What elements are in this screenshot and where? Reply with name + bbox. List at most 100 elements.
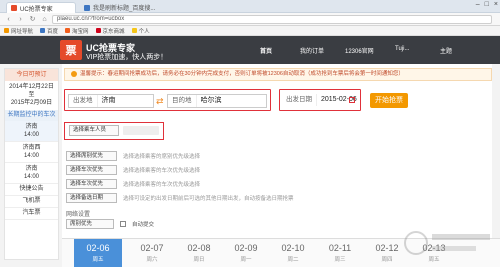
option-row: 选择备选日期 选择可设定的出发日期前后可选的其他日期出发，自动按备选日期抢票 xyxy=(66,192,294,203)
date-tab[interactable]: 02-10 周二 xyxy=(269,239,317,267)
network-settings-label: 网络设置 xyxy=(66,212,91,218)
notice-banner: 温馨提示：春运期间抢票成功后，请务必在30分钟内完成支付，否则订单将被12306… xyxy=(64,68,492,81)
train-item[interactable]: 济南 14:00 xyxy=(5,163,58,184)
date-tab[interactable]: 02-09 周一 xyxy=(222,239,270,267)
train-item[interactable]: 济南 14:00 xyxy=(5,121,58,142)
auto-submit-label: 自动提交 xyxy=(132,222,155,228)
train-priority-select[interactable]: 选择车次优先 xyxy=(66,164,117,175)
date-tab-weekday: 周六 xyxy=(146,257,158,263)
notice-text: 温馨提示：春运期间抢票成功后，请务必在30分钟内完成支付，否则订单将被12306… xyxy=(80,71,404,77)
network-select[interactable]: 席别优先 xyxy=(66,219,114,229)
date-tab-weekday: 周三 xyxy=(334,257,346,263)
date-tab[interactable]: 02-11 周三 xyxy=(316,239,364,267)
bookmark-item[interactable]: 京东商城 xyxy=(95,27,125,35)
date-tab-day: 02-07 xyxy=(140,243,164,253)
train-name: 济南 xyxy=(25,124,38,130)
date-tab[interactable]: 02-06 周五 xyxy=(74,239,122,267)
close-icon[interactable]: × xyxy=(494,1,498,8)
bookable-heading: 今日可预订 xyxy=(5,69,58,81)
bookmark-label: 百度 xyxy=(47,28,59,35)
train-priority-select[interactable]: 选择车次优先 xyxy=(66,178,117,189)
date-field[interactable]: 出发日期 2015-02-06 xyxy=(282,94,358,108)
browser-tabstrip: UC抢票专家 我是刷新标题_百度搜... – □ × xyxy=(0,0,500,13)
maximize-icon[interactable]: □ xyxy=(485,1,489,8)
date-tab-day: 02-08 xyxy=(187,243,211,253)
train-name: 济南西 xyxy=(22,145,41,151)
forward-icon[interactable]: › xyxy=(16,15,25,24)
swap-icon[interactable]: ⇄ xyxy=(156,96,164,107)
site-header: 票 UC抢票专家 VIP抢票加速，快人两步！ 首页 我的订单 12306官网 T… xyxy=(0,36,500,64)
date-tab-day: 02-09 xyxy=(234,243,258,253)
bookable-date-sep: 至 xyxy=(28,92,35,98)
date-tab[interactable]: 02-08 周日 xyxy=(175,239,223,267)
option-hint: 选择选择乘客的车次优先级选择 xyxy=(123,167,201,174)
tab-search[interactable]: 我是刷新标题_百度搜... xyxy=(80,2,168,13)
option-hint: 选择选择乘客的席别优先级选择 xyxy=(123,153,201,160)
warning-icon xyxy=(71,70,77,77)
option-row: 选择席别优先 选择选择乘客的席别优先级选择 xyxy=(66,150,200,161)
address-bar[interactable]: plaeu.uc.cn/?from=ucbox xyxy=(52,14,492,24)
nav-home[interactable]: 首页 xyxy=(260,46,272,55)
date-highlight: 出发日期 2015-02-06 xyxy=(279,89,361,111)
home-icon[interactable]: ⌂ xyxy=(40,15,49,24)
date-tab-weekday: 周一 xyxy=(240,257,252,263)
bookmark-label: 淘宝网 xyxy=(72,28,89,35)
auto-submit-checkbox[interactable] xyxy=(120,221,126,227)
refresh-icon[interactable]: ↻ xyxy=(28,15,37,24)
train-time: 14:00 xyxy=(23,174,39,180)
from-label: 出发地 xyxy=(69,95,98,107)
from-field[interactable]: 出发地 济南 xyxy=(68,94,154,108)
bookable-date-end: 2015年2月09日 xyxy=(10,100,53,106)
passenger-select[interactable]: 选择乘车人员 xyxy=(69,125,119,136)
date-tab-day: 02-11 xyxy=(328,243,352,253)
bookmark-label: 京东商城 xyxy=(102,28,125,35)
date-tab[interactable]: 02-07 周六 xyxy=(128,239,176,267)
date-tab-weekday: 周五 xyxy=(92,257,104,263)
train-time: 14:00 xyxy=(23,132,39,138)
bookmark-item[interactable]: 淘宝网 xyxy=(65,27,89,35)
option-row: 选择车次优先 选择选择乘客的车次优先级选择 xyxy=(66,178,200,189)
tab-label: UC抢票专家 xyxy=(20,6,53,13)
bookmark-item[interactable]: 个人 xyxy=(131,27,150,35)
date-tab-day: 02-10 xyxy=(281,243,305,253)
tab-uc-ticket[interactable]: UC抢票专家 xyxy=(6,2,76,13)
seat-priority-select[interactable]: 选择席别优先 xyxy=(66,150,117,161)
bookmark-icon xyxy=(131,28,137,33)
brand-slogan: VIP抢票加速，快人两步！ xyxy=(86,54,168,61)
bookmark-item[interactable]: 网址导航 xyxy=(4,27,33,35)
bookmark-icon xyxy=(95,28,101,33)
passenger-tag[interactable] xyxy=(123,126,159,135)
category-item[interactable]: 飞机票 xyxy=(5,196,58,208)
bookmark-icon xyxy=(40,28,46,33)
backup-date-select[interactable]: 选择备选日期 xyxy=(66,192,117,203)
bookmark-item[interactable]: 百度 xyxy=(40,27,58,35)
tab-label: 我是刷新标题_百度搜... xyxy=(93,6,156,12)
train-item[interactable]: 济南西 14:00 xyxy=(5,142,58,163)
calendar-icon[interactable] xyxy=(349,97,355,103)
nav-theme[interactable]: 主题 xyxy=(440,46,452,55)
passenger-highlight: 选择乘车人员 xyxy=(64,122,164,140)
left-panel: 今日可预订 2014年12月22日 至 2015年2月09日 长期监控中的车次 … xyxy=(4,68,59,260)
date-label: 出发日期 xyxy=(282,94,317,106)
nav-12306[interactable]: 12306官网 xyxy=(345,46,374,55)
nav-user[interactable]: Tuji... xyxy=(395,46,409,52)
start-grab-button[interactable]: 开始抢票 xyxy=(370,93,408,108)
to-value: 哈尔滨 xyxy=(200,97,222,104)
browser-navbar: ‹ › ↻ ⌂ plaeu.uc.cn/?from=ucbox xyxy=(0,13,500,26)
bookable-date-start: 2014年12月22日 xyxy=(9,84,54,90)
watermark-icon xyxy=(404,231,490,255)
date-tab-day: 02-06 xyxy=(86,243,110,253)
window-controls: – □ × xyxy=(476,1,498,8)
back-icon[interactable]: ‹ xyxy=(4,15,13,24)
logo-icon: 票 xyxy=(60,40,82,60)
minimize-icon[interactable]: – xyxy=(476,1,480,8)
date-tab-weekday: 周日 xyxy=(193,257,205,263)
bookmark-icon xyxy=(65,28,71,33)
nav-my-orders[interactable]: 我的订单 xyxy=(300,46,324,55)
uc-favicon-icon xyxy=(11,5,17,11)
category-item[interactable]: 快捷公告 xyxy=(5,184,58,196)
from-value: 济南 xyxy=(101,97,116,104)
to-field[interactable]: 目的地 哈尔滨 xyxy=(167,94,267,108)
bookmark-icon xyxy=(4,28,9,33)
category-item[interactable]: 汽车票 xyxy=(5,208,58,220)
